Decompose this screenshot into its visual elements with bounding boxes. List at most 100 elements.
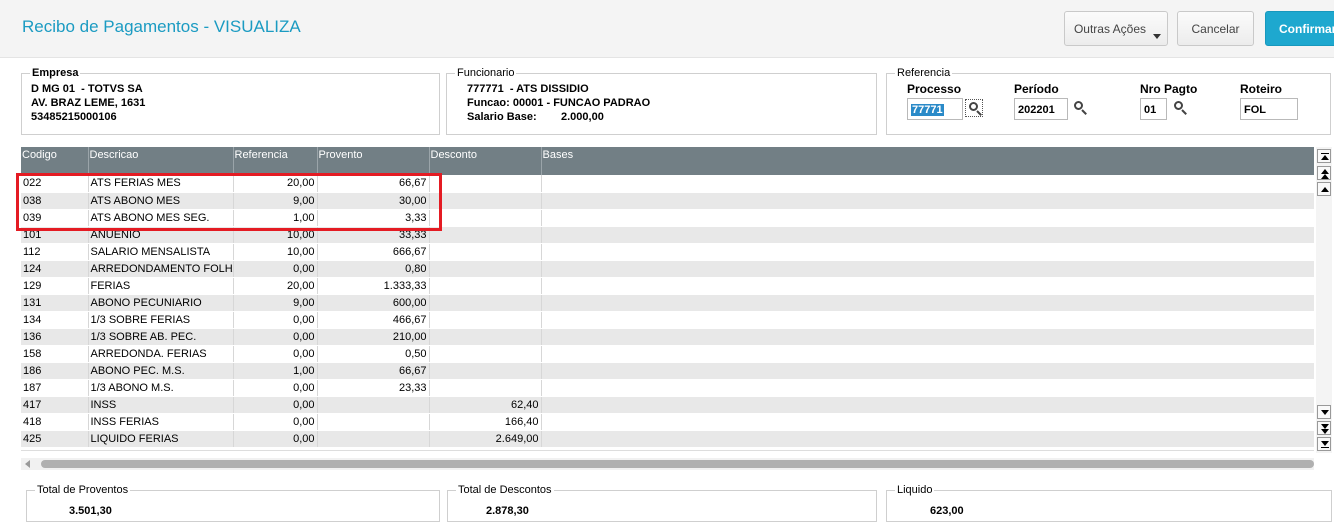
funcionario-line-1: 777771 - ATS DISSIDIO xyxy=(467,83,589,95)
scroll-bottom-icon[interactable] xyxy=(1317,437,1331,451)
table-row[interactable]: 158 ARREDONDA. FERIAS 0,00 0,50 xyxy=(21,345,1314,363)
cell-bases xyxy=(541,209,1314,227)
cell-codigo: 136 xyxy=(21,328,89,346)
cell-descricao: 1/3 SOBRE FERIAS xyxy=(88,311,234,329)
cell-referencia: 9,00 xyxy=(233,294,318,312)
cell-codigo: 186 xyxy=(21,362,89,380)
cell-descricao: INSS FERIAS xyxy=(88,413,234,431)
cell-codigo: 131 xyxy=(21,294,89,312)
scroll-page-up-icon[interactable] xyxy=(1317,166,1331,180)
col-codigo[interactable]: Codigo xyxy=(21,147,89,175)
cell-desconto xyxy=(429,328,542,346)
cell-referencia: 0,00 xyxy=(233,311,318,329)
table-row[interactable]: 131 ABONO PECUNIARIO 9,00 600,00 xyxy=(21,294,1314,312)
cell-provento xyxy=(317,430,430,448)
caret-down-icon xyxy=(1153,34,1161,39)
scroll-up-icon[interactable] xyxy=(1317,182,1331,196)
confirm-button[interactable]: Confirmar xyxy=(1265,11,1334,46)
cell-desconto xyxy=(429,243,542,261)
cell-desconto xyxy=(429,362,542,380)
cell-desconto xyxy=(429,277,542,295)
col-desconto[interactable]: Desconto xyxy=(429,147,542,175)
liquido-panel: Liquido 623,00 xyxy=(886,484,1332,522)
funcionario-panel: Funcionario 777771 - ATS DISSIDIO Funcao… xyxy=(446,67,877,135)
cell-descricao: 1/3 SOBRE AB. PEC. xyxy=(88,328,234,346)
funcionario-line-2: Funcao: 00001 - FUNCAO PADRAO xyxy=(467,97,651,109)
scroll-page-down-icon[interactable] xyxy=(1317,421,1331,435)
cell-referencia: 0,00 xyxy=(233,379,318,397)
processo-label: Processo xyxy=(907,82,962,96)
liquido-label: Liquido xyxy=(895,484,935,496)
cell-referencia: 0,00 xyxy=(233,413,318,431)
roteiro-input[interactable]: FOL xyxy=(1240,98,1298,120)
periodo-value: 202201 xyxy=(1018,104,1055,116)
cell-referencia: 0,00 xyxy=(233,345,318,363)
table-row[interactable]: 417 INSS 0,00 62,40 xyxy=(21,396,1314,414)
cell-desconto xyxy=(429,192,542,210)
cell-provento: 0,80 xyxy=(317,260,430,278)
referencia-legend: Referencia xyxy=(895,67,953,79)
periodo-input[interactable]: 202201 xyxy=(1014,98,1068,120)
col-referencia[interactable]: Referencia xyxy=(233,147,318,175)
cell-descricao: INSS xyxy=(88,396,234,414)
empresa-line-3: 53485215000106 xyxy=(31,111,117,123)
cell-bases xyxy=(541,175,1314,193)
cell-provento: 666,67 xyxy=(317,243,430,261)
cell-desconto: 2.649,00 xyxy=(429,430,542,448)
cell-bases xyxy=(541,192,1314,210)
periodo-label: Período xyxy=(1014,82,1059,96)
cell-desconto: 166,40 xyxy=(429,413,542,431)
col-descricao[interactable]: Descricao xyxy=(88,147,234,175)
scroll-top-icon[interactable] xyxy=(1317,149,1331,163)
table-row[interactable]: 129 FERIAS 20,00 1.333,33 xyxy=(21,277,1314,295)
cell-provento: 210,00 xyxy=(317,328,430,346)
cell-descricao: SALARIO MENSALISTA xyxy=(88,243,234,261)
nro-pagto-input[interactable]: 01 xyxy=(1140,98,1167,120)
scroll-down-icon[interactable] xyxy=(1317,405,1331,419)
cell-desconto: 62,40 xyxy=(429,396,542,414)
processo-input[interactable]: 77771 xyxy=(907,98,963,120)
cell-desconto xyxy=(429,345,542,363)
cell-bases xyxy=(541,260,1314,278)
table-row[interactable]: 425 LIQUIDO FERIAS 0,00 2.649,00 xyxy=(21,430,1314,448)
table-header-row: Codigo Descricao Referencia Provento Des… xyxy=(21,147,1314,175)
col-provento[interactable]: Provento xyxy=(317,147,430,175)
cell-referencia: 0,00 xyxy=(233,396,318,414)
highlight-box xyxy=(16,173,442,231)
horizontal-scroll-thumb[interactable] xyxy=(41,460,1314,468)
cell-bases xyxy=(541,430,1314,448)
periodo-search-icon[interactable] xyxy=(1071,99,1089,117)
empresa-line-1: D MG 01 - TOTVS SA xyxy=(31,83,143,95)
cell-bases xyxy=(541,328,1314,346)
cell-desconto xyxy=(429,175,542,193)
cell-descricao: ARREDONDAMENTO FOLHA xyxy=(88,260,234,278)
table-row[interactable]: 124 ARREDONDAMENTO FOLHA 0,00 0,80 xyxy=(21,260,1314,278)
processo-search-icon[interactable] xyxy=(965,99,983,117)
nro-pagto-search-icon[interactable] xyxy=(1171,99,1189,117)
horizontal-scrollbar[interactable] xyxy=(21,458,1314,470)
table-row[interactable]: 112 SALARIO MENSALISTA 10,00 666,67 xyxy=(21,243,1314,261)
nro-pagto-label: Nro Pagto xyxy=(1140,82,1198,96)
col-bases[interactable]: Bases xyxy=(541,147,1314,175)
cell-codigo: 425 xyxy=(21,430,89,448)
cell-referencia: 0,00 xyxy=(233,260,318,278)
scroll-left-icon[interactable] xyxy=(25,460,30,468)
cell-desconto xyxy=(429,379,542,397)
table-row[interactable]: 134 1/3 SOBRE FERIAS 0,00 466,67 xyxy=(21,311,1314,329)
cell-bases xyxy=(541,396,1314,414)
roteiro-value: FOL xyxy=(1244,104,1266,116)
cell-codigo: 129 xyxy=(21,277,89,295)
table-row[interactable]: 187 1/3 ABONO M.S. 0,00 23,33 xyxy=(21,379,1314,397)
table-row[interactable]: 136 1/3 SOBRE AB. PEC. 0,00 210,00 xyxy=(21,328,1314,346)
cancel-button[interactable]: Cancelar xyxy=(1177,11,1254,46)
outras-acoes-button[interactable]: Outras Ações xyxy=(1064,11,1168,46)
table-row[interactable]: 418 INSS FERIAS 0,00 166,40 xyxy=(21,413,1314,431)
total-descontos-label: Total de Descontos xyxy=(456,484,554,496)
vertical-scrollbar[interactable] xyxy=(1316,147,1332,453)
roteiro-label: Roteiro xyxy=(1240,82,1282,96)
cell-codigo: 134 xyxy=(21,311,89,329)
cell-descricao: ABONO PEC. M.S. xyxy=(88,362,234,380)
cell-bases xyxy=(541,294,1314,312)
cell-referencia: 20,00 xyxy=(233,277,318,295)
table-row[interactable]: 186 ABONO PEC. M.S. 1,00 66,67 xyxy=(21,362,1314,380)
